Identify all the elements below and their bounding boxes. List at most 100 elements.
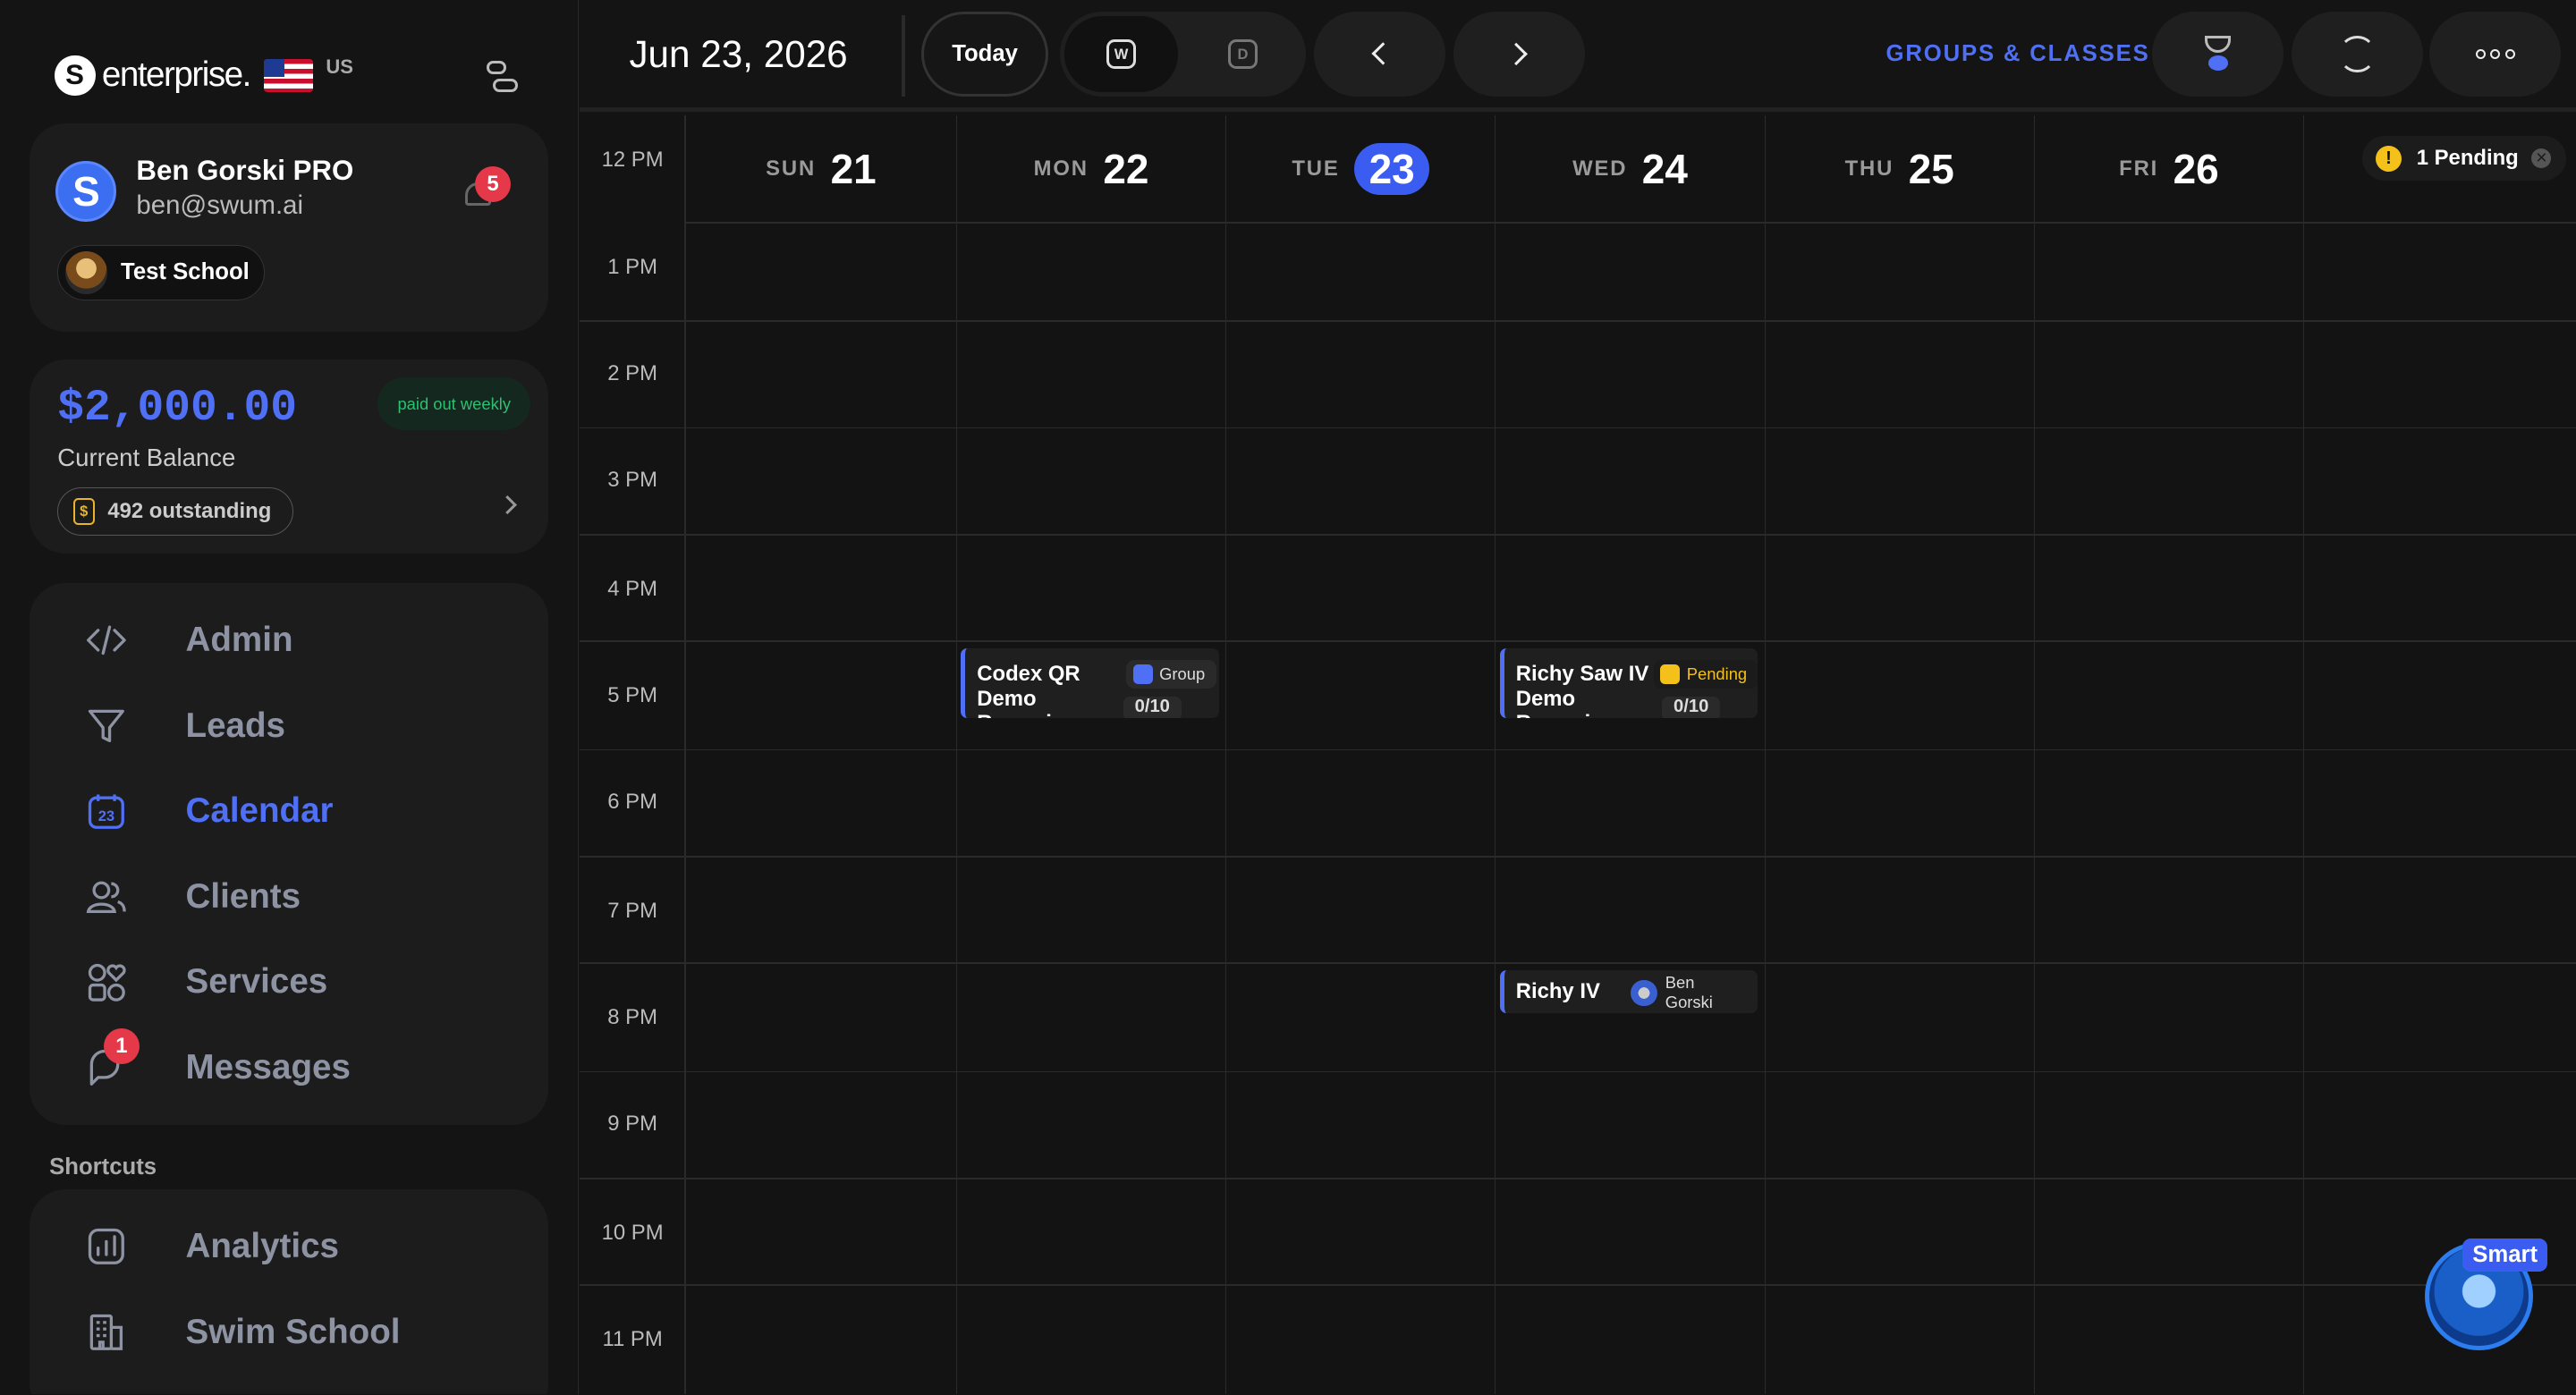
messages-badge: 1: [103, 1027, 140, 1065]
current-date: Jun 23, 2026: [629, 32, 848, 75]
day-header[interactable]: FRI 26: [2035, 115, 2303, 224]
balance-card[interactable]: $2,000.00 paid out weekly Current Balanc…: [30, 359, 549, 554]
day-of-week: WED: [1572, 156, 1628, 182]
previous-week-button[interactable]: [1314, 11, 1446, 97]
day-column-sat[interactable]: [2303, 114, 2576, 1395]
day-number: 22: [1103, 146, 1149, 193]
staff-filter-button[interactable]: [2152, 11, 2284, 97]
today-button[interactable]: Today: [921, 11, 1048, 97]
pending-label: 1 Pending: [2416, 146, 2519, 171]
event-instructor-tag: Ben Gorski: [1624, 973, 1758, 1011]
day-view-button[interactable]: D: [1186, 16, 1300, 91]
payout-badge: paid out weekly: [377, 377, 531, 431]
users-icon: [87, 881, 127, 913]
event-capacity: 0/10: [1123, 696, 1182, 718]
hour-label: 9 PM: [607, 1112, 657, 1137]
outstanding-button[interactable]: $ 492 outstanding: [57, 487, 294, 536]
nav-label: Calendar: [185, 791, 334, 831]
close-icon[interactable]: ✕: [2531, 148, 2552, 169]
day-number-today: 23: [1354, 143, 1430, 195]
more-options-button[interactable]: [2429, 11, 2562, 97]
event-tag-label: Pending: [1686, 664, 1748, 683]
chevron-right-icon: [1504, 42, 1529, 66]
shortcut-analytics[interactable]: Analytics: [30, 1204, 548, 1289]
sidebar-toggle-icon[interactable]: [485, 59, 518, 95]
notifications-button[interactable]: 5: [462, 165, 512, 216]
day-header[interactable]: TUE 23: [1226, 115, 1495, 224]
hour-label: 2 PM: [607, 361, 657, 386]
building-icon: [90, 1314, 123, 1350]
smart-assistant-badge[interactable]: Smart: [2462, 1238, 2548, 1272]
nav-item-calendar[interactable]: 23 Calendar: [30, 769, 548, 855]
day-column-sun[interactable]: SUN 21: [684, 114, 956, 1395]
nav-item-services[interactable]: Services: [30, 940, 548, 1026]
day-column-wed[interactable]: WED 24: [1495, 114, 1764, 1395]
notification-badge: 5: [474, 165, 512, 202]
view-toggle: W D: [1059, 11, 1307, 97]
event-card[interactable]: Richy Saw IV Demo Recurring Pending 0/10: [1499, 648, 1758, 718]
warning-icon: !: [2375, 145, 2402, 172]
chevron-left-icon: [1371, 42, 1395, 66]
hour-label: 6 PM: [607, 790, 657, 815]
svg-text:23: 23: [98, 807, 114, 824]
hour-label: 1 PM: [607, 254, 657, 279]
school-selector[interactable]: Test School: [57, 244, 266, 301]
day-number: 21: [830, 146, 877, 193]
hour-label: 7 PM: [607, 898, 657, 923]
week-view-button[interactable]: W: [1064, 16, 1178, 92]
event-type-tag: Group: [1126, 660, 1217, 689]
user-name: Ben Gorski PRO: [136, 154, 354, 186]
pending-requests-pill[interactable]: ! 1 Pending ✕: [2362, 136, 2566, 182]
sync-button[interactable]: [2292, 11, 2424, 97]
event-card[interactable]: Codex QR Demo Recurring Group 0/10: [961, 648, 1219, 718]
region-label: US: [326, 55, 353, 79]
invoice-icon: $: [72, 498, 95, 525]
day-header[interactable]: WED 24: [1496, 115, 1764, 224]
trophy-users-icon: [2201, 36, 2234, 72]
day-column-fri[interactable]: FRI 26: [2033, 114, 2303, 1395]
day-of-week: FRI: [2119, 156, 2159, 182]
week-calendar-icon: W: [1106, 39, 1137, 70]
shortcuts-title: Shortcuts: [49, 1154, 157, 1180]
profile-card: S Ben Gorski PRO ben@swum.ai 5 Test Scho…: [30, 123, 549, 332]
calendar-toolbar: Jun 23, 2026 Today W D GROUPS & CLASSES: [580, 0, 2576, 112]
nav-label: Clients: [185, 876, 301, 916]
nav-label: Leads: [185, 706, 285, 745]
nav-item-messages[interactable]: 1 Messages: [30, 1025, 548, 1111]
nav-label: Admin: [185, 621, 293, 660]
day-number: 25: [1908, 146, 1954, 193]
event-card[interactable]: Richy IV Ben Gorski: [1499, 970, 1758, 1014]
groups-classes-link[interactable]: GROUPS & CLASSES: [1886, 41, 2150, 67]
hour-label: 12 PM: [601, 148, 664, 173]
balance-amount: $2,000.00: [57, 382, 298, 433]
brand-name: enterprise.: [101, 55, 252, 95]
week-calendar: 12 PM 1 PM 2 PM 3 PM 4 PM 5 PM 6 PM 7 PM…: [580, 114, 2576, 1395]
event-title: Codex QR Demo Recurring: [977, 662, 1080, 717]
day-column-thu[interactable]: THU 25: [1764, 114, 2034, 1395]
day-calendar-icon: D: [1227, 39, 1258, 70]
next-week-button[interactable]: [1453, 11, 1586, 97]
nav-item-admin[interactable]: Admin: [30, 598, 548, 684]
nav-item-leads[interactable]: Leads: [30, 683, 548, 769]
instructor-avatar: [1631, 979, 1657, 1006]
code-icon: [87, 625, 127, 655]
brand[interactable]: S enterprise. US: [54, 51, 353, 100]
event-tag-label: Ben Gorski: [1665, 973, 1713, 1012]
chevron-right-icon[interactable]: [498, 495, 517, 514]
day-header[interactable]: MON 22: [957, 115, 1225, 224]
group-color-icon: [1132, 664, 1153, 684]
user-avatar[interactable]: S: [55, 160, 117, 222]
hour-label: 8 PM: [607, 1005, 657, 1030]
day-column-mon[interactable]: MON 22: [955, 114, 1225, 1395]
nav-label: Services: [185, 962, 328, 1002]
shortcut-swim-school[interactable]: Swim School: [30, 1289, 548, 1375]
day-column-tue[interactable]: TUE 23: [1225, 114, 1495, 1395]
nav-item-clients[interactable]: Clients: [30, 854, 548, 940]
pending-color-icon: [1660, 664, 1681, 684]
day-header[interactable]: SUN 21: [686, 115, 956, 224]
day-header[interactable]: THU 25: [1766, 115, 2034, 224]
brand-logo-icon: S: [54, 55, 96, 97]
sidebar: S enterprise. US S Ben Gorski PRO ben@sw…: [0, 0, 579, 1395]
day-of-week: SUN: [766, 156, 817, 182]
calendar-icon: 23: [89, 794, 125, 830]
